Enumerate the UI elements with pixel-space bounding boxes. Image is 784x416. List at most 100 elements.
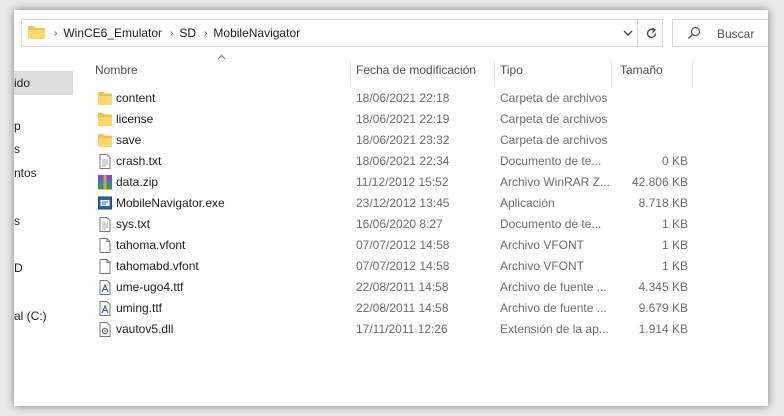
refresh-icon xyxy=(646,26,656,38)
file-size: 1.914 KB xyxy=(638,322,688,336)
text-file-icon xyxy=(99,217,111,232)
column-header-size[interactable]: Tamaño xyxy=(620,60,663,86)
folder-icon xyxy=(98,92,112,105)
winrar-archive-icon xyxy=(98,175,112,190)
file-type: Carpeta de archivos xyxy=(500,133,608,147)
file-type: Archivo VFONT xyxy=(500,259,585,273)
file-name: data.zip xyxy=(116,175,159,189)
file-row[interactable]: content 18/06/2021 22:18 Carpeta de archiv… xyxy=(92,88,688,109)
file-modified-date: 16/06/2020 8:27 xyxy=(356,217,443,231)
folder-icon xyxy=(98,113,112,126)
file-row[interactable]: tahomabd.vfont 07/07/2012 14:58 Archivo VF… xyxy=(92,256,688,277)
file-modified-date: 23/12/2012 13:45 xyxy=(356,196,450,210)
column-divider[interactable] xyxy=(611,60,612,86)
file-size: 0 KB xyxy=(661,154,688,168)
file-size: 1 KB xyxy=(661,259,688,273)
file-type: Archivo WinRAR Z... xyxy=(500,175,611,189)
file-name: vautov5.dll xyxy=(116,322,174,336)
column-divider[interactable] xyxy=(350,60,351,86)
file-type: Carpeta de archivos xyxy=(500,91,608,105)
file-modified-date: 18/06/2021 22:34 xyxy=(356,154,450,168)
folder-icon xyxy=(98,134,112,147)
column-divider[interactable] xyxy=(494,60,495,86)
nav-item[interactable]: s xyxy=(14,137,20,161)
address-bar[interactable]: › WinCE6_Emulator › SD › MobileNavigator xyxy=(21,19,663,47)
file-type: Extensión de la ap... xyxy=(500,322,609,336)
file-size: 1 KB xyxy=(661,217,688,231)
breadcrumb: › WinCE6_Emulator › SD › MobileNavigator xyxy=(52,20,306,46)
file-modified-date: 17/11/2011 12:26 xyxy=(356,322,448,336)
file-modified-date: 18/06/2021 22:18 xyxy=(356,91,450,105)
breadcrumb-item[interactable]: WinCE6_Emulator xyxy=(63,26,162,40)
font-file-icon xyxy=(99,301,111,316)
file-row[interactable]: ume-ugo4.ttf 22/08/2011 14:58 Archivo de f… xyxy=(92,277,688,298)
file-name: tahomabd.vfont xyxy=(116,259,199,273)
folder-icon xyxy=(28,26,45,39)
breadcrumb-item[interactable]: SD xyxy=(179,26,196,40)
search-box[interactable]: Buscar xyxy=(672,19,768,47)
navigation-pane: ido p s ntos s Dal (C:) xyxy=(14,68,74,406)
file-type: Archivo de fuente ... xyxy=(500,301,607,315)
breadcrumb-separator: › xyxy=(204,27,208,39)
file-name: crash.txt xyxy=(116,154,162,168)
column-header-name[interactable]: Nombre xyxy=(95,60,138,86)
text-file-icon xyxy=(99,154,111,169)
column-divider[interactable] xyxy=(692,60,693,86)
file-modified-date: 18/06/2021 22:19 xyxy=(356,112,450,126)
column-header-type[interactable]: Tipo xyxy=(500,60,523,86)
nav-item[interactable]: p xyxy=(14,114,21,138)
column-header-date[interactable]: Fecha de modificación xyxy=(356,60,476,86)
blank-file-icon xyxy=(99,259,111,274)
nav-item[interactable]: s xyxy=(14,209,20,233)
file-size: 9.679 KB xyxy=(638,301,688,315)
file-type: Documento de te... xyxy=(500,154,602,168)
file-row[interactable]: license 18/06/2021 22:19 Carpeta de archiv… xyxy=(92,109,688,130)
file-row[interactable]: sys.txt 16/06/2020 8:27 Documento de te...… xyxy=(92,214,688,235)
refresh-button[interactable] xyxy=(637,20,664,46)
file-row[interactable]: vautov5.dll 17/11/2011 12:26 Extensión de … xyxy=(92,319,688,340)
nav-item[interactable]: al (C:) xyxy=(14,304,47,328)
dll-file-icon xyxy=(99,322,111,337)
file-modified-date: 18/06/2021 23:32 xyxy=(356,133,450,147)
file-name: content xyxy=(116,91,156,105)
file-size: 1 KB xyxy=(661,238,688,252)
nav-item[interactable]: ido xyxy=(14,71,73,95)
file-modified-date: 11/12/2012 15:52 xyxy=(356,175,449,189)
file-type: Aplicación xyxy=(500,196,555,210)
file-row[interactable]: crash.txt 18/06/2021 22:34 Documento de te… xyxy=(92,151,688,172)
search-icon xyxy=(688,26,701,39)
file-row[interactable]: MobileNavigator.exe 23/12/2012 13:45 Aplic… xyxy=(92,193,688,214)
breadcrumb-item[interactable]: MobileNavigator xyxy=(213,26,300,40)
file-modified-date: 22/08/2011 14:58 xyxy=(356,301,449,315)
file-type: Carpeta de archivos xyxy=(500,112,608,126)
sort-ascending-icon xyxy=(217,54,226,60)
file-explorer-window: › WinCE6_Emulator › SD › MobileNavigator Busc… xyxy=(14,10,768,406)
file-name: license xyxy=(116,112,154,126)
file-name: tahoma.vfont xyxy=(116,238,186,252)
nav-item[interactable]: ntos xyxy=(14,161,37,185)
search-placeholder: Buscar xyxy=(717,27,755,41)
file-type: Archivo de fuente ... xyxy=(500,280,607,294)
file-name: sys.txt xyxy=(116,217,151,231)
file-row[interactable]: save 18/06/2021 23:32 Carpeta de archivos xyxy=(92,130,688,151)
breadcrumb-separator: › xyxy=(170,27,174,39)
file-type: Archivo VFONT xyxy=(500,238,585,252)
file-size: 8.718 KB xyxy=(638,196,688,210)
file-name: ume-ugo4.ttf xyxy=(116,280,184,294)
file-name: MobileNavigator.exe xyxy=(116,196,225,210)
nav-item[interactable]: D xyxy=(14,256,23,280)
file-modified-date: 22/08/2011 14:58 xyxy=(356,280,449,294)
breadcrumb-separator: › xyxy=(54,27,58,39)
file-size: 4.345 KB xyxy=(638,280,688,294)
file-size: 42.806 KB xyxy=(631,175,688,189)
app-exe-icon xyxy=(98,196,112,210)
file-modified-date: 07/07/2012 14:58 xyxy=(356,259,450,273)
file-modified-date: 07/07/2012 14:58 xyxy=(356,238,450,252)
file-type: Documento de te... xyxy=(500,217,602,231)
file-row[interactable]: data.zip 11/12/2012 15:52 Archivo WinRAR Z… xyxy=(92,172,688,193)
file-name: uming.ttf xyxy=(116,301,163,315)
blank-file-icon xyxy=(99,238,111,253)
file-row[interactable]: tahoma.vfont 07/07/2012 14:58 Archivo VFON… xyxy=(92,235,688,256)
file-row[interactable]: uming.ttf 22/08/2011 14:58 Archivo de fuen… xyxy=(92,298,688,319)
chevron-down-icon[interactable] xyxy=(623,29,633,37)
